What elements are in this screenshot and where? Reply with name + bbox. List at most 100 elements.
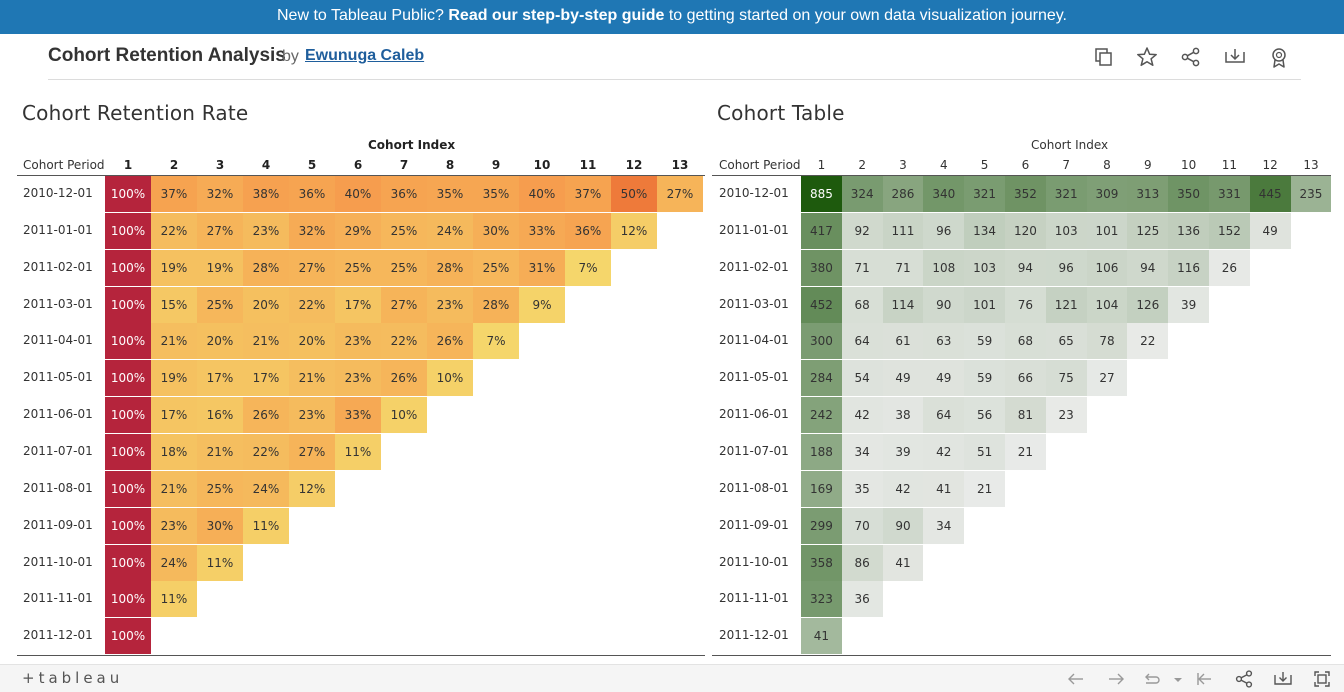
retention-cell[interactable]: 22% xyxy=(243,433,289,470)
cohort-cell[interactable]: 59 xyxy=(964,323,1005,360)
retention-cell[interactable]: 17% xyxy=(335,286,381,323)
retention-cell[interactable]: 22% xyxy=(151,212,197,249)
cohort-cell[interactable]: 23 xyxy=(1045,397,1087,434)
cohort-cell[interactable]: 309 xyxy=(1086,176,1128,212)
cohort-cell[interactable]: 64 xyxy=(841,323,883,360)
cohort-cell[interactable]: 324 xyxy=(841,176,883,212)
cohort-cell[interactable]: 70 xyxy=(841,507,883,544)
retention-cell[interactable]: 20% xyxy=(289,323,335,360)
retention-cell[interactable]: 23% xyxy=(289,397,335,434)
download-icon[interactable] xyxy=(1224,46,1246,68)
retention-cell[interactable]: 23% xyxy=(335,323,381,360)
retention-cell[interactable]: 26% xyxy=(381,360,427,397)
cohort-cell[interactable]: 41 xyxy=(882,544,924,581)
cohort-cell[interactable]: 41 xyxy=(801,618,842,655)
retention-cell[interactable]: 24% xyxy=(151,544,197,581)
cohort-cell[interactable]: 380 xyxy=(801,249,842,286)
retention-cell[interactable]: 37% xyxy=(151,176,197,212)
cohort-cell[interactable]: 101 xyxy=(1086,212,1128,249)
retention-cell[interactable]: 25% xyxy=(381,249,427,286)
cohort-cell[interactable]: 242 xyxy=(801,397,842,434)
retention-cell[interactable]: 21% xyxy=(243,323,289,360)
retention-cell[interactable]: 26% xyxy=(243,397,289,434)
cohort-cell[interactable]: 75 xyxy=(1045,360,1087,397)
fullscreen-icon[interactable] xyxy=(1312,669,1332,689)
cohort-cell[interactable]: 235 xyxy=(1290,176,1332,212)
cohort-cell[interactable]: 121 xyxy=(1045,286,1087,323)
retention-cell[interactable]: 23% xyxy=(243,212,289,249)
cohort-cell[interactable]: 71 xyxy=(841,249,883,286)
cohort-cell[interactable]: 34 xyxy=(923,507,965,544)
cohort-cell[interactable]: 94 xyxy=(1127,249,1169,286)
cohort-cell[interactable]: 358 xyxy=(801,544,842,581)
cohort-cell[interactable]: 81 xyxy=(1005,397,1046,434)
cohort-cell[interactable]: 39 xyxy=(1168,286,1209,323)
cohort-cell[interactable]: 59 xyxy=(964,360,1005,397)
retention-cell[interactable]: 25% xyxy=(197,470,243,507)
retention-cell[interactable]: 26% xyxy=(427,323,473,360)
cohort-cell[interactable]: 108 xyxy=(923,249,965,286)
cohort-cell[interactable]: 66 xyxy=(1005,360,1046,397)
retention-cell[interactable]: 100% xyxy=(105,397,151,434)
retention-cell[interactable]: 18% xyxy=(151,433,197,470)
cohort-cell[interactable]: 299 xyxy=(801,507,842,544)
retention-cell[interactable]: 7% xyxy=(565,249,611,286)
retention-cell[interactable]: 17% xyxy=(151,397,197,434)
cohort-cell[interactable]: 49 xyxy=(882,360,924,397)
retention-cell[interactable]: 36% xyxy=(565,212,611,249)
cohort-cell[interactable]: 34 xyxy=(841,433,883,470)
retention-cell[interactable]: 12% xyxy=(289,470,335,507)
forward-icon[interactable] xyxy=(1106,669,1126,689)
cohort-cell[interactable]: 331 xyxy=(1209,176,1250,212)
cohort-cell[interactable]: 96 xyxy=(1045,249,1087,286)
retention-cell[interactable]: 23% xyxy=(151,507,197,544)
cohort-cell[interactable]: 321 xyxy=(964,176,1005,212)
retention-cell[interactable]: 23% xyxy=(335,360,381,397)
retention-cell[interactable]: 7% xyxy=(473,323,519,360)
retention-cell[interactable]: 24% xyxy=(243,470,289,507)
cohort-cell[interactable]: 120 xyxy=(1005,212,1046,249)
cohort-cell[interactable]: 35 xyxy=(841,470,883,507)
revert-menu-icon[interactable] xyxy=(1168,669,1188,689)
retention-cell[interactable]: 37% xyxy=(565,176,611,212)
cohort-cell[interactable]: 68 xyxy=(841,286,883,323)
author-link[interactable]: Ewunuga Caleb xyxy=(305,47,424,65)
promo-banner[interactable]: New to Tableau Public? Read our step-by-… xyxy=(0,0,1344,34)
cohort-cell[interactable]: 21 xyxy=(964,470,1005,507)
cohort-cell[interactable]: 188 xyxy=(801,433,842,470)
cohort-cell[interactable]: 340 xyxy=(923,176,965,212)
star-icon[interactable] xyxy=(1136,46,1158,68)
banner-guide-link[interactable]: Read our step-by-step guide xyxy=(448,7,664,24)
cohort-cell[interactable]: 49 xyxy=(1249,212,1291,249)
retention-cell[interactable]: 100% xyxy=(105,581,151,618)
cohort-cell[interactable]: 313 xyxy=(1127,176,1169,212)
retention-cell[interactable]: 27% xyxy=(289,433,335,470)
retention-cell[interactable]: 17% xyxy=(243,360,289,397)
copy-icon[interactable] xyxy=(1092,46,1114,68)
retention-cell[interactable]: 11% xyxy=(335,433,381,470)
retention-cell[interactable]: 25% xyxy=(197,286,243,323)
cohort-cell[interactable]: 90 xyxy=(923,286,965,323)
retention-cell[interactable]: 32% xyxy=(197,176,243,212)
cohort-cell[interactable]: 54 xyxy=(841,360,883,397)
retention-cell[interactable]: 27% xyxy=(381,286,427,323)
retention-cell[interactable]: 19% xyxy=(197,249,243,286)
retention-cell[interactable]: 100% xyxy=(105,507,151,544)
cohort-cell[interactable]: 76 xyxy=(1005,286,1046,323)
cohort-cell[interactable]: 286 xyxy=(882,176,924,212)
retention-cell[interactable]: 33% xyxy=(335,397,381,434)
cohort-cell[interactable]: 65 xyxy=(1045,323,1087,360)
retention-cell[interactable]: 27% xyxy=(289,249,335,286)
cohort-cell[interactable]: 36 xyxy=(841,581,883,618)
cohort-cell[interactable]: 68 xyxy=(1005,323,1046,360)
retention-cell[interactable]: 100% xyxy=(105,212,151,249)
cohort-cell[interactable]: 300 xyxy=(801,323,842,360)
retention-cell[interactable]: 28% xyxy=(243,249,289,286)
cohort-cell[interactable]: 103 xyxy=(964,249,1005,286)
cohort-cell[interactable]: 103 xyxy=(1045,212,1087,249)
retention-cell[interactable]: 19% xyxy=(151,360,197,397)
retention-cell[interactable]: 27% xyxy=(657,176,703,212)
cohort-cell[interactable]: 152 xyxy=(1209,212,1250,249)
cohort-cell[interactable]: 445 xyxy=(1249,176,1291,212)
cohort-cell[interactable]: 321 xyxy=(1045,176,1087,212)
